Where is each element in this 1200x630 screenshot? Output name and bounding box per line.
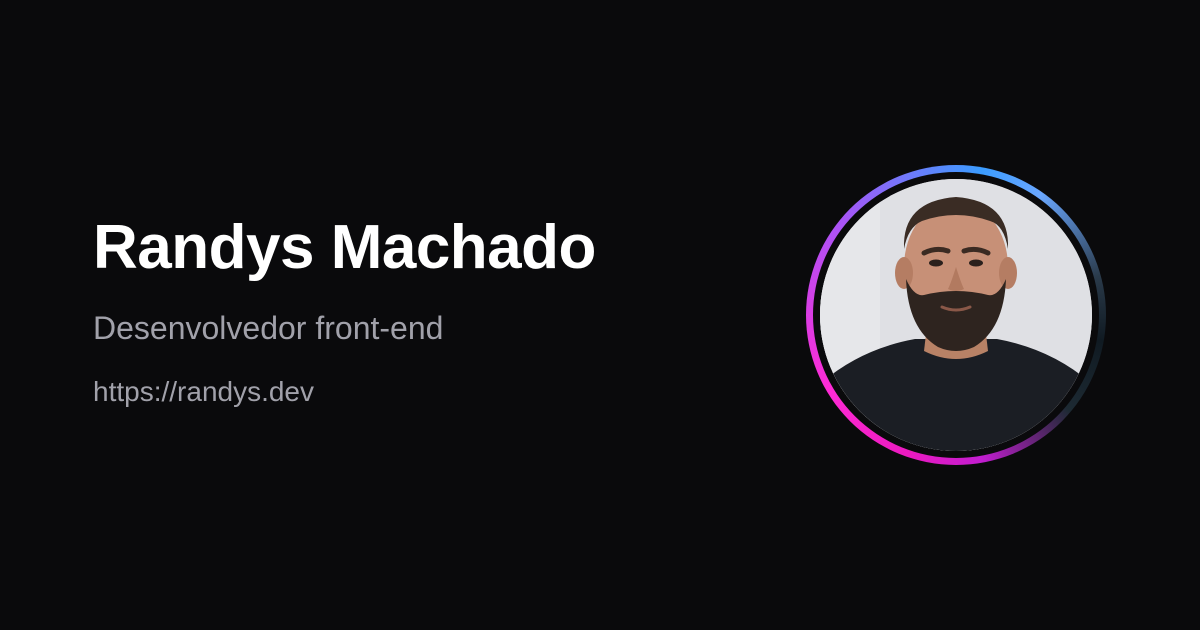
profile-name: Randys Machado <box>93 213 596 282</box>
profile-photo-icon <box>820 179 1092 451</box>
profile-role: Desenvolvedor front-end <box>93 310 444 346</box>
profile-text: Randys Machado Desenvolvedor front-end h… <box>93 210 596 410</box>
avatar <box>820 179 1092 451</box>
profile-url[interactable]: https://randys.dev <box>93 374 596 410</box>
avatar-ring <box>806 165 1106 465</box>
